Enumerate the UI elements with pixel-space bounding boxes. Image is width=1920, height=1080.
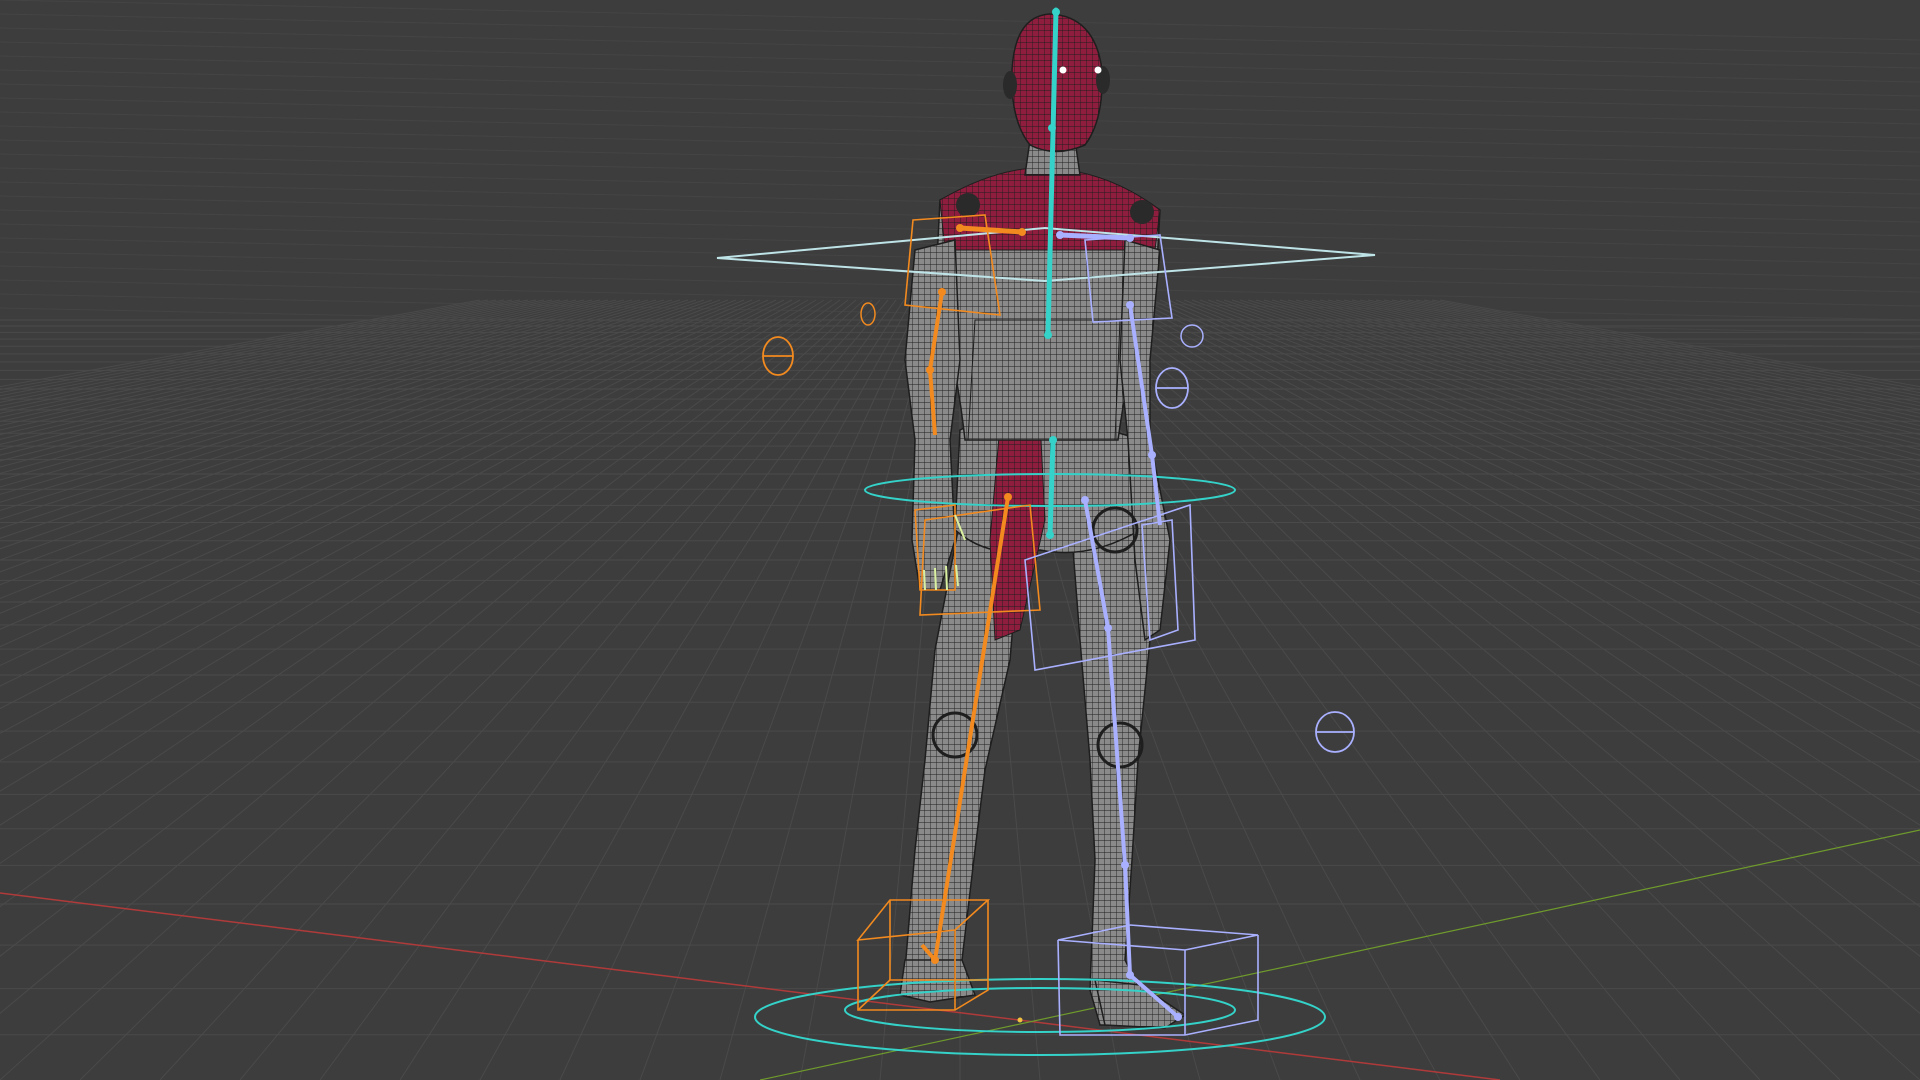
shoulder-joint-left: [956, 193, 980, 217]
3d-viewport[interactable]: [0, 0, 1920, 1080]
left-ear-mesh: [1003, 71, 1017, 99]
shoulder-joint-right: [1130, 200, 1154, 224]
scene-origin-marker: [1017, 1017, 1023, 1023]
torso-lower-panel: [967, 319, 1121, 441]
